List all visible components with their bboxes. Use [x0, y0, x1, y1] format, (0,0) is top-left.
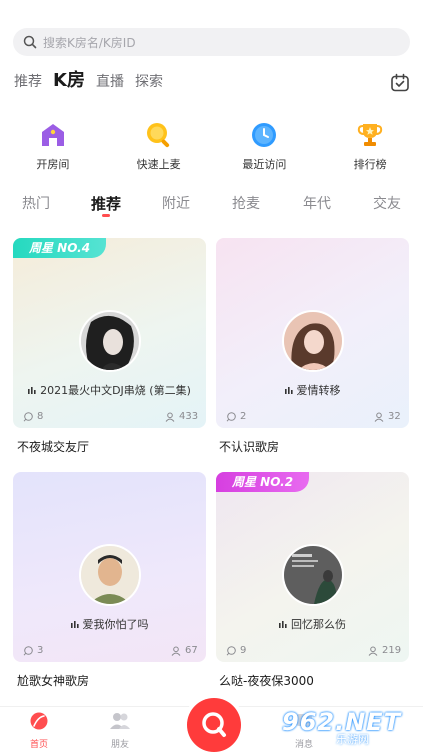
- avatar: [79, 544, 141, 606]
- category-hot[interactable]: 热门: [6, 193, 66, 213]
- listener-count: 219: [368, 645, 401, 656]
- weekly-star-badge: 周星 NO.2: [216, 472, 309, 492]
- room-name[interactable]: 不认识歌房: [219, 438, 279, 455]
- leaderboard-button[interactable]: 排行榜: [317, 120, 423, 172]
- comment-count: 8: [23, 411, 43, 422]
- category-tabs: 热门 推荐 附近 抢麦 年代 交友: [0, 193, 423, 219]
- friends-icon: [110, 713, 130, 729]
- room-card[interactable]: 周星 NO.2 回忆那么伤 9 219: [216, 472, 409, 662]
- user-icon: [368, 646, 378, 656]
- now-playing: 爱情转移: [216, 382, 409, 398]
- user-icon: [374, 412, 384, 422]
- nav-messages-label: 消息: [294, 740, 313, 750]
- avatar: [282, 310, 344, 372]
- quick-mic-label: 快速上麦: [136, 158, 181, 171]
- comment-count: 3: [23, 645, 43, 656]
- clock-icon: [249, 120, 279, 150]
- open-room-button[interactable]: 开房间: [0, 120, 106, 172]
- room-card[interactable]: 周星 NO.4 2021最火中文DJ串烧 (第二集) 8 433: [13, 238, 206, 428]
- avatar: [79, 310, 141, 372]
- top-tabs: 推荐 K房 直播 探索: [14, 70, 174, 92]
- nav-home[interactable]: 首页: [17, 711, 61, 750]
- nav-friends-label: 朋友: [110, 740, 129, 750]
- quick-actions: 开房间 快速上麦 最近访问 排行榜: [0, 120, 423, 172]
- comment-count: 9: [226, 645, 246, 656]
- avatar: [282, 544, 344, 606]
- house-icon: [38, 120, 68, 150]
- category-grab-mic[interactable]: 抢麦: [216, 193, 276, 213]
- now-playing: 爱我你怕了吗: [13, 616, 206, 632]
- microphone-icon: [202, 712, 226, 737]
- room-card[interactable]: 爱情转移 2 32: [216, 238, 409, 428]
- watermark-subtitle: 乐游网: [336, 733, 369, 746]
- trophy-icon: [355, 120, 385, 150]
- tab-explore[interactable]: 探索: [135, 72, 163, 92]
- weekly-star-badge: 周星 NO.4: [13, 238, 106, 258]
- category-recommend[interactable]: 推荐: [76, 193, 136, 214]
- song-title: 回忆那么伤: [291, 618, 346, 631]
- listener-count-value: 32: [388, 411, 401, 422]
- recent-visits-label: 最近访问: [242, 158, 287, 171]
- category-era[interactable]: 年代: [287, 193, 347, 213]
- user-icon: [171, 646, 181, 656]
- listener-count-value: 219: [382, 645, 402, 656]
- comment-count-value: 9: [240, 645, 247, 656]
- listener-count: 32: [374, 411, 401, 422]
- equalizer-icon: [279, 621, 287, 628]
- search-placeholder: 搜索K房名/K房ID: [43, 35, 136, 50]
- tab-recommend[interactable]: 推荐: [14, 72, 42, 92]
- listener-count: 67: [171, 645, 198, 656]
- quick-mic-button[interactable]: 快速上麦: [106, 120, 212, 172]
- chat-bubble-icon: [23, 411, 33, 422]
- room-name[interactable]: 不夜城交友厅: [17, 438, 89, 455]
- room-card[interactable]: 爱我你怕了吗 3 67: [13, 472, 206, 662]
- user-icon: [165, 412, 175, 422]
- search-icon: [23, 35, 37, 49]
- calendar-icon[interactable]: [390, 73, 410, 93]
- listener-count: 433: [165, 411, 198, 422]
- nav-friends[interactable]: 朋友: [98, 711, 142, 750]
- listener-count-value: 433: [179, 411, 199, 422]
- chat-bubble-icon: [226, 411, 236, 422]
- comment-count-value: 2: [240, 411, 247, 422]
- tab-live[interactable]: 直播: [96, 72, 124, 92]
- equalizer-icon: [284, 387, 293, 394]
- category-active-indicator: [102, 214, 110, 217]
- home-leaf-icon: [30, 712, 48, 730]
- mic-icon: [144, 120, 174, 150]
- category-dating[interactable]: 交友: [357, 193, 417, 213]
- room-name[interactable]: 么哒-夜夜保3000: [219, 672, 314, 689]
- room-name[interactable]: 尬歌女神歌房: [17, 672, 89, 689]
- song-title: 2021最火中文DJ串烧 (第二集): [40, 384, 191, 397]
- tab-k-room[interactable]: K房: [53, 70, 85, 92]
- chat-bubble-icon: [226, 645, 236, 656]
- comment-count: 2: [226, 411, 246, 422]
- song-title: 爱我你怕了吗: [82, 618, 149, 631]
- comment-count-value: 3: [37, 645, 44, 656]
- listener-count-value: 67: [185, 645, 198, 656]
- equalizer-icon: [28, 387, 36, 394]
- open-room-label: 开房间: [36, 158, 70, 171]
- song-title: 爱情转移: [296, 384, 341, 397]
- now-playing: 回忆那么伤: [216, 616, 409, 632]
- leaderboard-label: 排行榜: [353, 158, 387, 171]
- comment-count-value: 8: [37, 411, 44, 422]
- nav-home-label: 首页: [29, 740, 48, 750]
- equalizer-icon: [70, 621, 79, 628]
- category-nearby[interactable]: 附近: [146, 193, 206, 213]
- chat-bubble-icon: [23, 645, 33, 656]
- search-bar[interactable]: 搜索K房名/K房ID: [13, 28, 410, 56]
- now-playing: 2021最火中文DJ串烧 (第二集): [13, 382, 206, 398]
- sing-button[interactable]: [187, 698, 241, 752]
- recent-visits-button[interactable]: 最近访问: [212, 120, 318, 172]
